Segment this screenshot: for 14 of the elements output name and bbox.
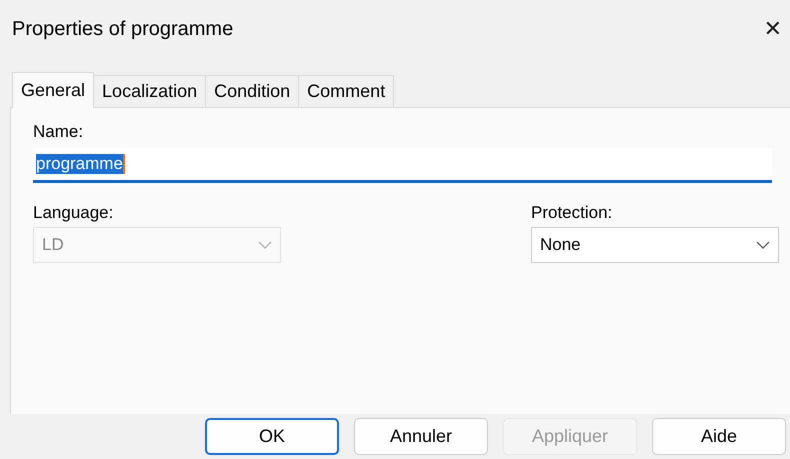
chevron-down-icon: [756, 241, 770, 249]
name-label: Name:: [33, 122, 84, 142]
protection-label: Protection:: [531, 203, 614, 223]
chevron-down-icon: [258, 241, 272, 249]
protection-dropdown[interactable]: None: [531, 227, 779, 263]
dialog-button[interactable]: Annuler: [354, 418, 488, 455]
tab[interactable]: Comment: [298, 75, 394, 107]
name-field[interactable]: programme: [33, 148, 772, 183]
dialog-button[interactable]: Aide: [652, 418, 786, 455]
dialog-button[interactable]: OK: [205, 418, 339, 455]
close-button[interactable]: ✕: [756, 16, 790, 42]
tab[interactable]: General: [12, 72, 94, 108]
language-label: Language:: [33, 203, 114, 223]
window-title: Properties of programme: [12, 18, 234, 40]
